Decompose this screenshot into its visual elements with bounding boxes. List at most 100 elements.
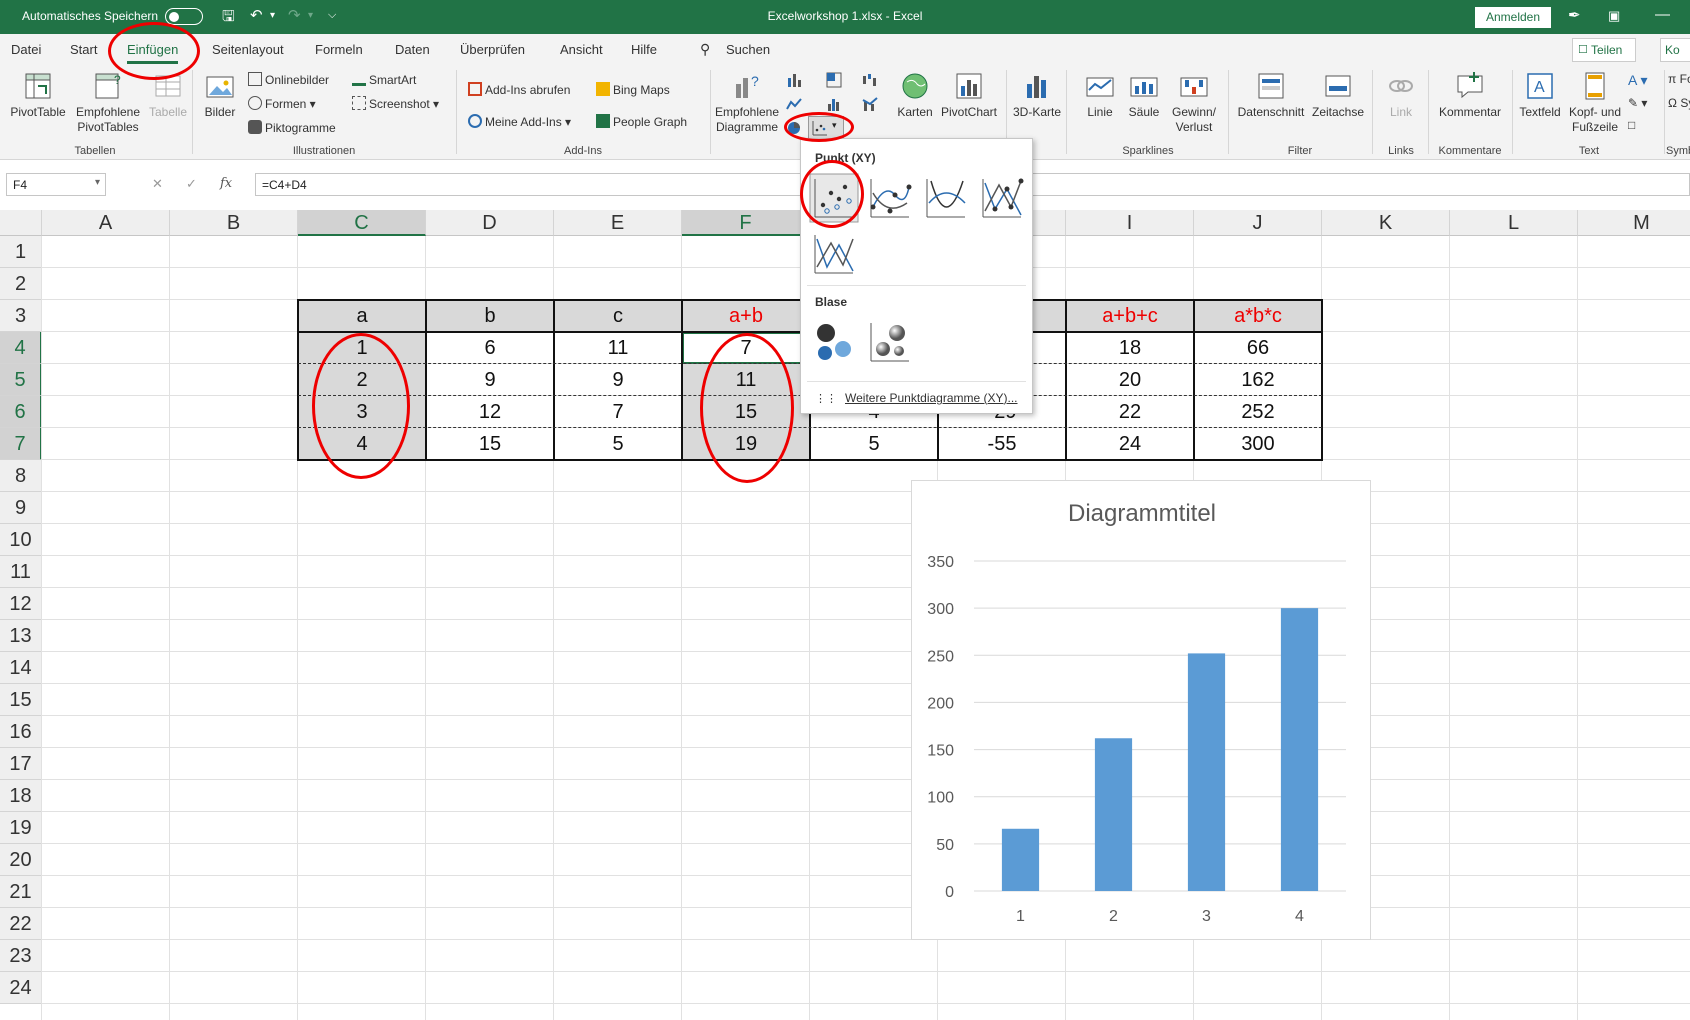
wordart-icon[interactable]: A ▾ bbox=[1628, 72, 1647, 89]
row-header-7[interactable]: 7 bbox=[0, 428, 42, 460]
tab-seitenlayout[interactable]: Seitenlayout bbox=[212, 42, 284, 57]
row-header-12[interactable]: 12 bbox=[0, 588, 42, 620]
check-icon[interactable]: ✓ bbox=[186, 176, 197, 192]
recommended-pivottables-button[interactable]: ? Empfohlene PivotTables bbox=[72, 70, 144, 135]
search-box[interactable]: Suchen bbox=[726, 42, 770, 57]
column-header-c[interactable]: C bbox=[298, 210, 426, 236]
line-chart-icon[interactable] bbox=[786, 96, 802, 112]
row-header-23[interactable]: 23 bbox=[0, 940, 42, 972]
scatter-smooth-markers-icon[interactable] bbox=[865, 173, 915, 223]
row-header-21[interactable]: 21 bbox=[0, 876, 42, 908]
row-header-20[interactable]: 20 bbox=[0, 844, 42, 876]
row-header-2[interactable]: 2 bbox=[0, 268, 42, 300]
minimize-icon[interactable]: — bbox=[1655, 6, 1670, 23]
tab-formeln[interactable]: Formeln bbox=[315, 42, 363, 57]
shapes-button[interactable]: Formen ▾ bbox=[248, 96, 316, 111]
scatter-smooth-lines-icon[interactable] bbox=[921, 173, 971, 223]
row-header-24[interactable]: 24 bbox=[0, 972, 42, 1004]
column-header-e[interactable]: E bbox=[554, 210, 682, 236]
tab-ansicht[interactable]: Ansicht bbox=[560, 42, 603, 57]
people-graph-button[interactable]: People Graph bbox=[596, 114, 687, 129]
column-chart[interactable]: Diagrammtitel 0 50 100 150 200 250 300 350 1 2 3 4 bbox=[911, 480, 1371, 940]
row-header-15[interactable]: 15 bbox=[0, 684, 42, 716]
column-header-b[interactable]: B bbox=[170, 210, 298, 236]
row-header-6[interactable]: 6 bbox=[0, 396, 42, 428]
row-header-8[interactable]: 8 bbox=[0, 460, 42, 492]
waterfall-chart-icon[interactable] bbox=[862, 72, 878, 88]
maps-button[interactable]: Karten bbox=[892, 70, 938, 120]
sparkline-column-button[interactable]: Säule bbox=[1124, 70, 1164, 120]
row-header-14[interactable]: 14 bbox=[0, 652, 42, 684]
scatter-markers-only-icon[interactable] bbox=[809, 173, 859, 223]
my-addins-button[interactable]: Meine Add-Ins ▾ bbox=[468, 114, 571, 129]
scatter-straight-markers-icon[interactable] bbox=[977, 173, 1027, 223]
tab-einfuegen[interactable]: Einfügen bbox=[127, 42, 179, 64]
row-header-16[interactable]: 16 bbox=[0, 716, 42, 748]
comments-button[interactable]: Ko bbox=[1660, 38, 1690, 62]
header-footer-button[interactable]: Kopf- und Fußzeile bbox=[1566, 70, 1624, 135]
row-header-18[interactable]: 18 bbox=[0, 780, 42, 812]
statistic-chart-icon[interactable] bbox=[826, 96, 842, 112]
sparkline-line-button[interactable]: Linie bbox=[1080, 70, 1120, 120]
3d-bubble-chart-icon[interactable] bbox=[865, 317, 915, 367]
name-box[interactable]: F4 bbox=[6, 173, 106, 196]
signin-button[interactable]: Anmelden bbox=[1475, 7, 1551, 28]
pivotchart-button[interactable]: PivotChart bbox=[940, 70, 998, 120]
tab-daten[interactable]: Daten bbox=[395, 42, 430, 57]
timeline-button[interactable]: Zeitachse bbox=[1308, 70, 1368, 120]
search-icon[interactable]: ⚲ bbox=[700, 41, 710, 58]
scatter-straight-lines-icon[interactable] bbox=[809, 229, 859, 279]
pen-icon[interactable]: ✒ bbox=[1568, 6, 1581, 24]
bubble-chart-icon[interactable] bbox=[809, 317, 859, 367]
tab-datei[interactable]: Datei bbox=[11, 42, 41, 57]
bing-maps-button[interactable]: Bing Maps bbox=[596, 82, 670, 97]
equation-button[interactable]: π Form bbox=[1668, 72, 1690, 86]
row-header-13[interactable]: 13 bbox=[0, 620, 42, 652]
icons-button[interactable]: Piktogramme bbox=[248, 120, 336, 135]
row-header-19[interactable]: 19 bbox=[0, 812, 42, 844]
pictures-button[interactable]: Bilder bbox=[198, 70, 242, 120]
column-header-f[interactable]: F bbox=[682, 210, 810, 236]
row-header-10[interactable]: 10 bbox=[0, 524, 42, 556]
sparkline-winloss-button[interactable]: Gewinn/ Verlust bbox=[1166, 70, 1222, 135]
cancel-icon[interactable]: ✕ bbox=[152, 176, 163, 192]
tab-hilfe[interactable]: Hilfe bbox=[631, 42, 657, 57]
hierarchy-chart-icon[interactable] bbox=[826, 72, 842, 88]
row-header-3[interactable]: 3 bbox=[0, 300, 42, 332]
column-header-m[interactable]: M bbox=[1578, 210, 1690, 236]
row-header-1[interactable]: 1 bbox=[0, 236, 42, 268]
fx-icon[interactable]: fx bbox=[220, 176, 232, 191]
tab-start[interactable]: Start bbox=[70, 42, 97, 57]
smartart-button[interactable]: SmartArt bbox=[352, 72, 416, 87]
online-pictures-button[interactable]: Onlinebilder bbox=[248, 72, 329, 87]
column-header-l[interactable]: L bbox=[1450, 210, 1578, 236]
more-scatter-charts-link[interactable]: ⋮⋮ Weitere Punktdiagramme (XY)... bbox=[815, 391, 1018, 405]
pivottable-button[interactable]: PivotTable bbox=[8, 70, 68, 120]
tab-ueberpruefen[interactable]: Überprüfen bbox=[460, 42, 525, 57]
screenshot-button[interactable]: Screenshot ▾ bbox=[352, 96, 439, 111]
object-icon[interactable]: □ bbox=[1628, 118, 1635, 132]
row-header-5[interactable]: 5 bbox=[0, 364, 42, 396]
column-header-i[interactable]: I bbox=[1066, 210, 1194, 236]
column-chart-icon[interactable] bbox=[786, 72, 802, 88]
scatter-chart-dropdown-button[interactable]: ▾ bbox=[808, 116, 844, 140]
signature-icon[interactable]: ✎ ▾ bbox=[1628, 96, 1647, 110]
row-header-17[interactable]: 17 bbox=[0, 748, 42, 780]
column-header-d[interactable]: D bbox=[426, 210, 554, 236]
comment-button[interactable]: Kommentar bbox=[1432, 70, 1508, 120]
symbol-button[interactable]: Ω Sym bbox=[1668, 96, 1690, 110]
row-header-22[interactable]: 22 bbox=[0, 908, 42, 940]
get-addins-button[interactable]: Add-Ins abrufen bbox=[468, 82, 570, 97]
row-header-9[interactable]: 9 bbox=[0, 492, 42, 524]
row-header-11[interactable]: 11 bbox=[0, 556, 42, 588]
share-button[interactable]: Teilen bbox=[1572, 38, 1636, 62]
row-header-4[interactable]: 4 bbox=[0, 332, 42, 364]
recommended-charts-button[interactable]: ? Empfohlene Diagramme bbox=[712, 70, 782, 135]
3d-map-button[interactable]: 3D-Karte bbox=[1012, 70, 1062, 120]
textbox-button[interactable]: A Textfeld bbox=[1516, 70, 1564, 120]
combo-chart-icon[interactable] bbox=[862, 96, 878, 112]
select-all-corner[interactable] bbox=[0, 210, 42, 236]
slicer-button[interactable]: Datenschnitt bbox=[1234, 70, 1308, 120]
pie-chart-icon[interactable] bbox=[786, 120, 802, 136]
column-header-k[interactable]: K bbox=[1322, 210, 1450, 236]
